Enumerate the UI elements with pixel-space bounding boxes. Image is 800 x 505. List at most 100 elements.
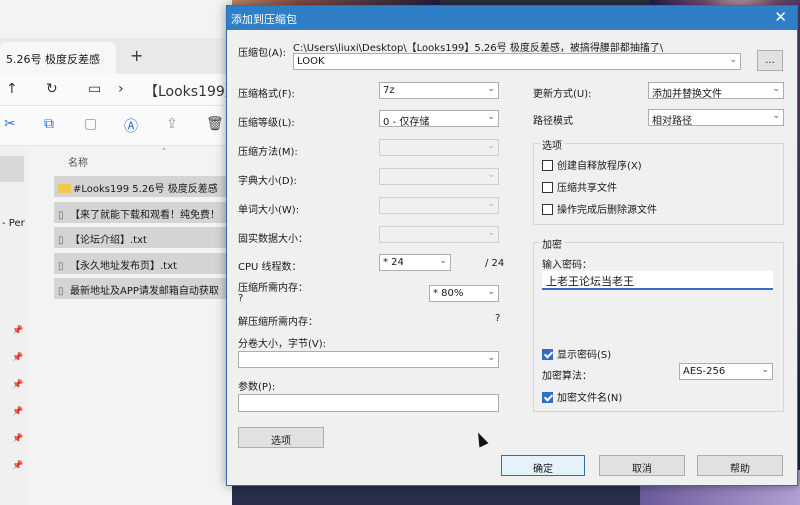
- update-combo[interactable]: 添加并替换文件 ⌄: [648, 82, 784, 99]
- level-combo[interactable]: 0 - 仅存储 ⌄: [379, 110, 499, 127]
- params-input[interactable]: [238, 394, 499, 412]
- archive-name-combo[interactable]: LOOK ⌄: [293, 53, 741, 70]
- folder-icon: [58, 184, 71, 193]
- update-value: 添加并替换文件: [652, 89, 722, 99]
- options-group-title: 选项: [540, 137, 564, 152]
- checkbox-checked[interactable]: [542, 349, 553, 360]
- cancel-button[interactable]: 取消: [599, 455, 685, 476]
- nav-selected-item[interactable]: [0, 156, 24, 182]
- file-row[interactable]: ▯ 【来了就能下载和观看！纯免费！: [54, 202, 232, 223]
- chevron-down-icon[interactable]: ⌄: [487, 287, 495, 297]
- encryption-group: 加密 输入密码： 上老王论坛当老王 显示密码(S) 加密算法： AES-256 …: [533, 236, 784, 412]
- options-button[interactable]: 选项: [238, 427, 324, 448]
- up-arrow-icon[interactable]: ↑: [6, 81, 18, 97]
- chevron-down-icon[interactable]: ⌄: [439, 256, 447, 266]
- enc-method-value: AES-256: [683, 366, 726, 377]
- split-combo[interactable]: ⌄: [238, 351, 499, 368]
- mem-comp-combo[interactable]: * 80% ⌄: [429, 285, 499, 302]
- help-button[interactable]: 帮助: [697, 455, 783, 476]
- sfx-checkbox-label: 创建自释放程序(X): [557, 161, 642, 172]
- dict-combo[interactable]: ⌄: [379, 168, 499, 185]
- update-label: 更新方式(U):: [533, 89, 592, 100]
- checkbox-checked[interactable]: [542, 392, 553, 403]
- archive-name-value: LOOK: [297, 56, 325, 67]
- mem-comp-value: * 80%: [433, 288, 464, 299]
- method-label: 压缩方法(M):: [238, 147, 298, 158]
- split-label: 分卷大小，字节(V):: [238, 339, 327, 350]
- encrypt-names-checkbox[interactable]: 加密文件名(N): [542, 389, 622, 404]
- pin-icon: 📌: [12, 326, 24, 336]
- new-tab-button[interactable]: +: [130, 46, 143, 65]
- password-label: 输入密码：: [542, 260, 592, 271]
- explorer-toolbar: ✂ ⧉ ▢ Ⓐ ⇪ 🗑: [0, 106, 232, 146]
- mem-comp-unknown: ?: [238, 293, 244, 304]
- show-password-checkbox[interactable]: 显示密码(S): [542, 346, 611, 361]
- method-combo[interactable]: ⌄: [379, 139, 499, 156]
- archive-path: C:\Users\liuxi\Desktop\【Looks199】5.26号 极…: [293, 43, 664, 54]
- chevron-down-icon[interactable]: ⌄: [487, 353, 495, 363]
- rename-icon[interactable]: Ⓐ: [124, 116, 138, 136]
- password-value: 上老王论坛当老王: [546, 275, 634, 288]
- pin-icon: 📌: [12, 461, 24, 471]
- solid-combo[interactable]: ⌄: [379, 226, 499, 243]
- pin-icon: 📌: [12, 380, 24, 390]
- chevron-down-icon[interactable]: ⌄: [487, 112, 495, 122]
- pin-icon: 📌: [12, 353, 24, 363]
- chevron-right-icon[interactable]: ›: [118, 81, 124, 97]
- enc-method-label: 加密算法：: [542, 371, 592, 382]
- chevron-down-icon: ⌄: [487, 199, 495, 209]
- archive-label: 压缩包(A):: [238, 48, 287, 59]
- password-input[interactable]: 上老王论坛当老王: [542, 271, 773, 290]
- copy-icon[interactable]: ⧉: [44, 116, 54, 132]
- breadcrumb[interactable]: 【Looks199】5.: [144, 81, 232, 101]
- tab-label: 5.26号 极度反差感: [6, 53, 100, 66]
- ok-button[interactable]: 确定: [501, 455, 585, 476]
- delete-checkbox[interactable]: 操作完成后删除源文件: [542, 201, 657, 216]
- sort-up-icon: ˄: [162, 148, 167, 158]
- explorer-tab[interactable]: 5.26号 极度反差感: [0, 42, 116, 74]
- checkbox-box[interactable]: [542, 182, 553, 193]
- cut-icon[interactable]: ✂: [4, 116, 16, 132]
- dialog-titlebar[interactable]: 添加到压缩包 ✕: [227, 6, 797, 30]
- checkbox-box[interactable]: [542, 204, 553, 215]
- shared-checkbox[interactable]: 压缩共享文件: [542, 179, 617, 194]
- format-value: 7z: [383, 85, 395, 96]
- close-icon[interactable]: ✕: [774, 8, 787, 26]
- solid-label: 固实数据大小：: [238, 234, 308, 245]
- trash-icon[interactable]: 🗑: [206, 116, 224, 132]
- dialog-title: 添加到压缩包: [231, 13, 297, 26]
- explorer-tab-bar: 5.26号 极度反差感 +: [0, 38, 232, 74]
- file-row[interactable]: ▯ 最新地址及APP请发邮箱自动获取: [54, 278, 232, 299]
- browse-button[interactable]: ...: [757, 50, 783, 71]
- format-combo[interactable]: 7z ⌄: [379, 82, 499, 99]
- file-row[interactable]: ▯ 【论坛介绍】.txt: [54, 227, 232, 248]
- nav-item-text[interactable]: - Per: [2, 218, 25, 229]
- chevron-down-icon[interactable]: ⌄: [729, 55, 737, 65]
- mem-decomp-label: 解压缩所需内存：: [238, 317, 318, 328]
- enc-method-combo[interactable]: AES-256 ⌄: [679, 363, 773, 380]
- cpu-threads-combo[interactable]: * 24 ⌄: [379, 254, 451, 271]
- file-explorer-window: 5.26号 极度反差感 + ↑ ↻ ▭ › 【Looks199】5. ✂ ⧉ ▢…: [0, 0, 232, 505]
- column-header-name[interactable]: 名称: [68, 154, 88, 169]
- chevron-down-icon[interactable]: ⌄: [487, 84, 495, 94]
- paste-icon[interactable]: ▢: [84, 116, 97, 132]
- monitor-icon[interactable]: ▭: [88, 81, 101, 97]
- chevron-down-icon[interactable]: ⌄: [761, 365, 769, 375]
- refresh-icon[interactable]: ↻: [46, 81, 58, 97]
- chevron-down-icon[interactable]: ⌄: [772, 111, 780, 121]
- chevron-down-icon[interactable]: ⌄: [772, 84, 780, 94]
- file-name: 【永久地址发布页】.txt: [70, 261, 177, 272]
- show-password-label: 显示密码(S): [557, 350, 612, 361]
- level-label: 压缩等级(L):: [238, 118, 295, 129]
- explorer-nav-bar: ↑ ↻ ▭ › 【Looks199】5.: [0, 74, 232, 106]
- file-row[interactable]: ▯ 【永久地址发布页】.txt: [54, 253, 232, 274]
- share-icon[interactable]: ⇪: [166, 116, 178, 132]
- path-combo[interactable]: 相对路径 ⌄: [648, 109, 784, 126]
- navigation-pane: - Per 📌 📌 📌 📌 📌 📌: [0, 148, 26, 505]
- file-row[interactable]: #Looks199 5.26号 极度反差感: [54, 176, 232, 197]
- shared-checkbox-label: 压缩共享文件: [557, 183, 617, 194]
- sfx-checkbox[interactable]: 创建自释放程序(X): [542, 157, 642, 172]
- word-combo[interactable]: ⌄: [379, 197, 499, 214]
- checkbox-box[interactable]: [542, 160, 553, 171]
- path-value: 相对路径: [652, 116, 692, 126]
